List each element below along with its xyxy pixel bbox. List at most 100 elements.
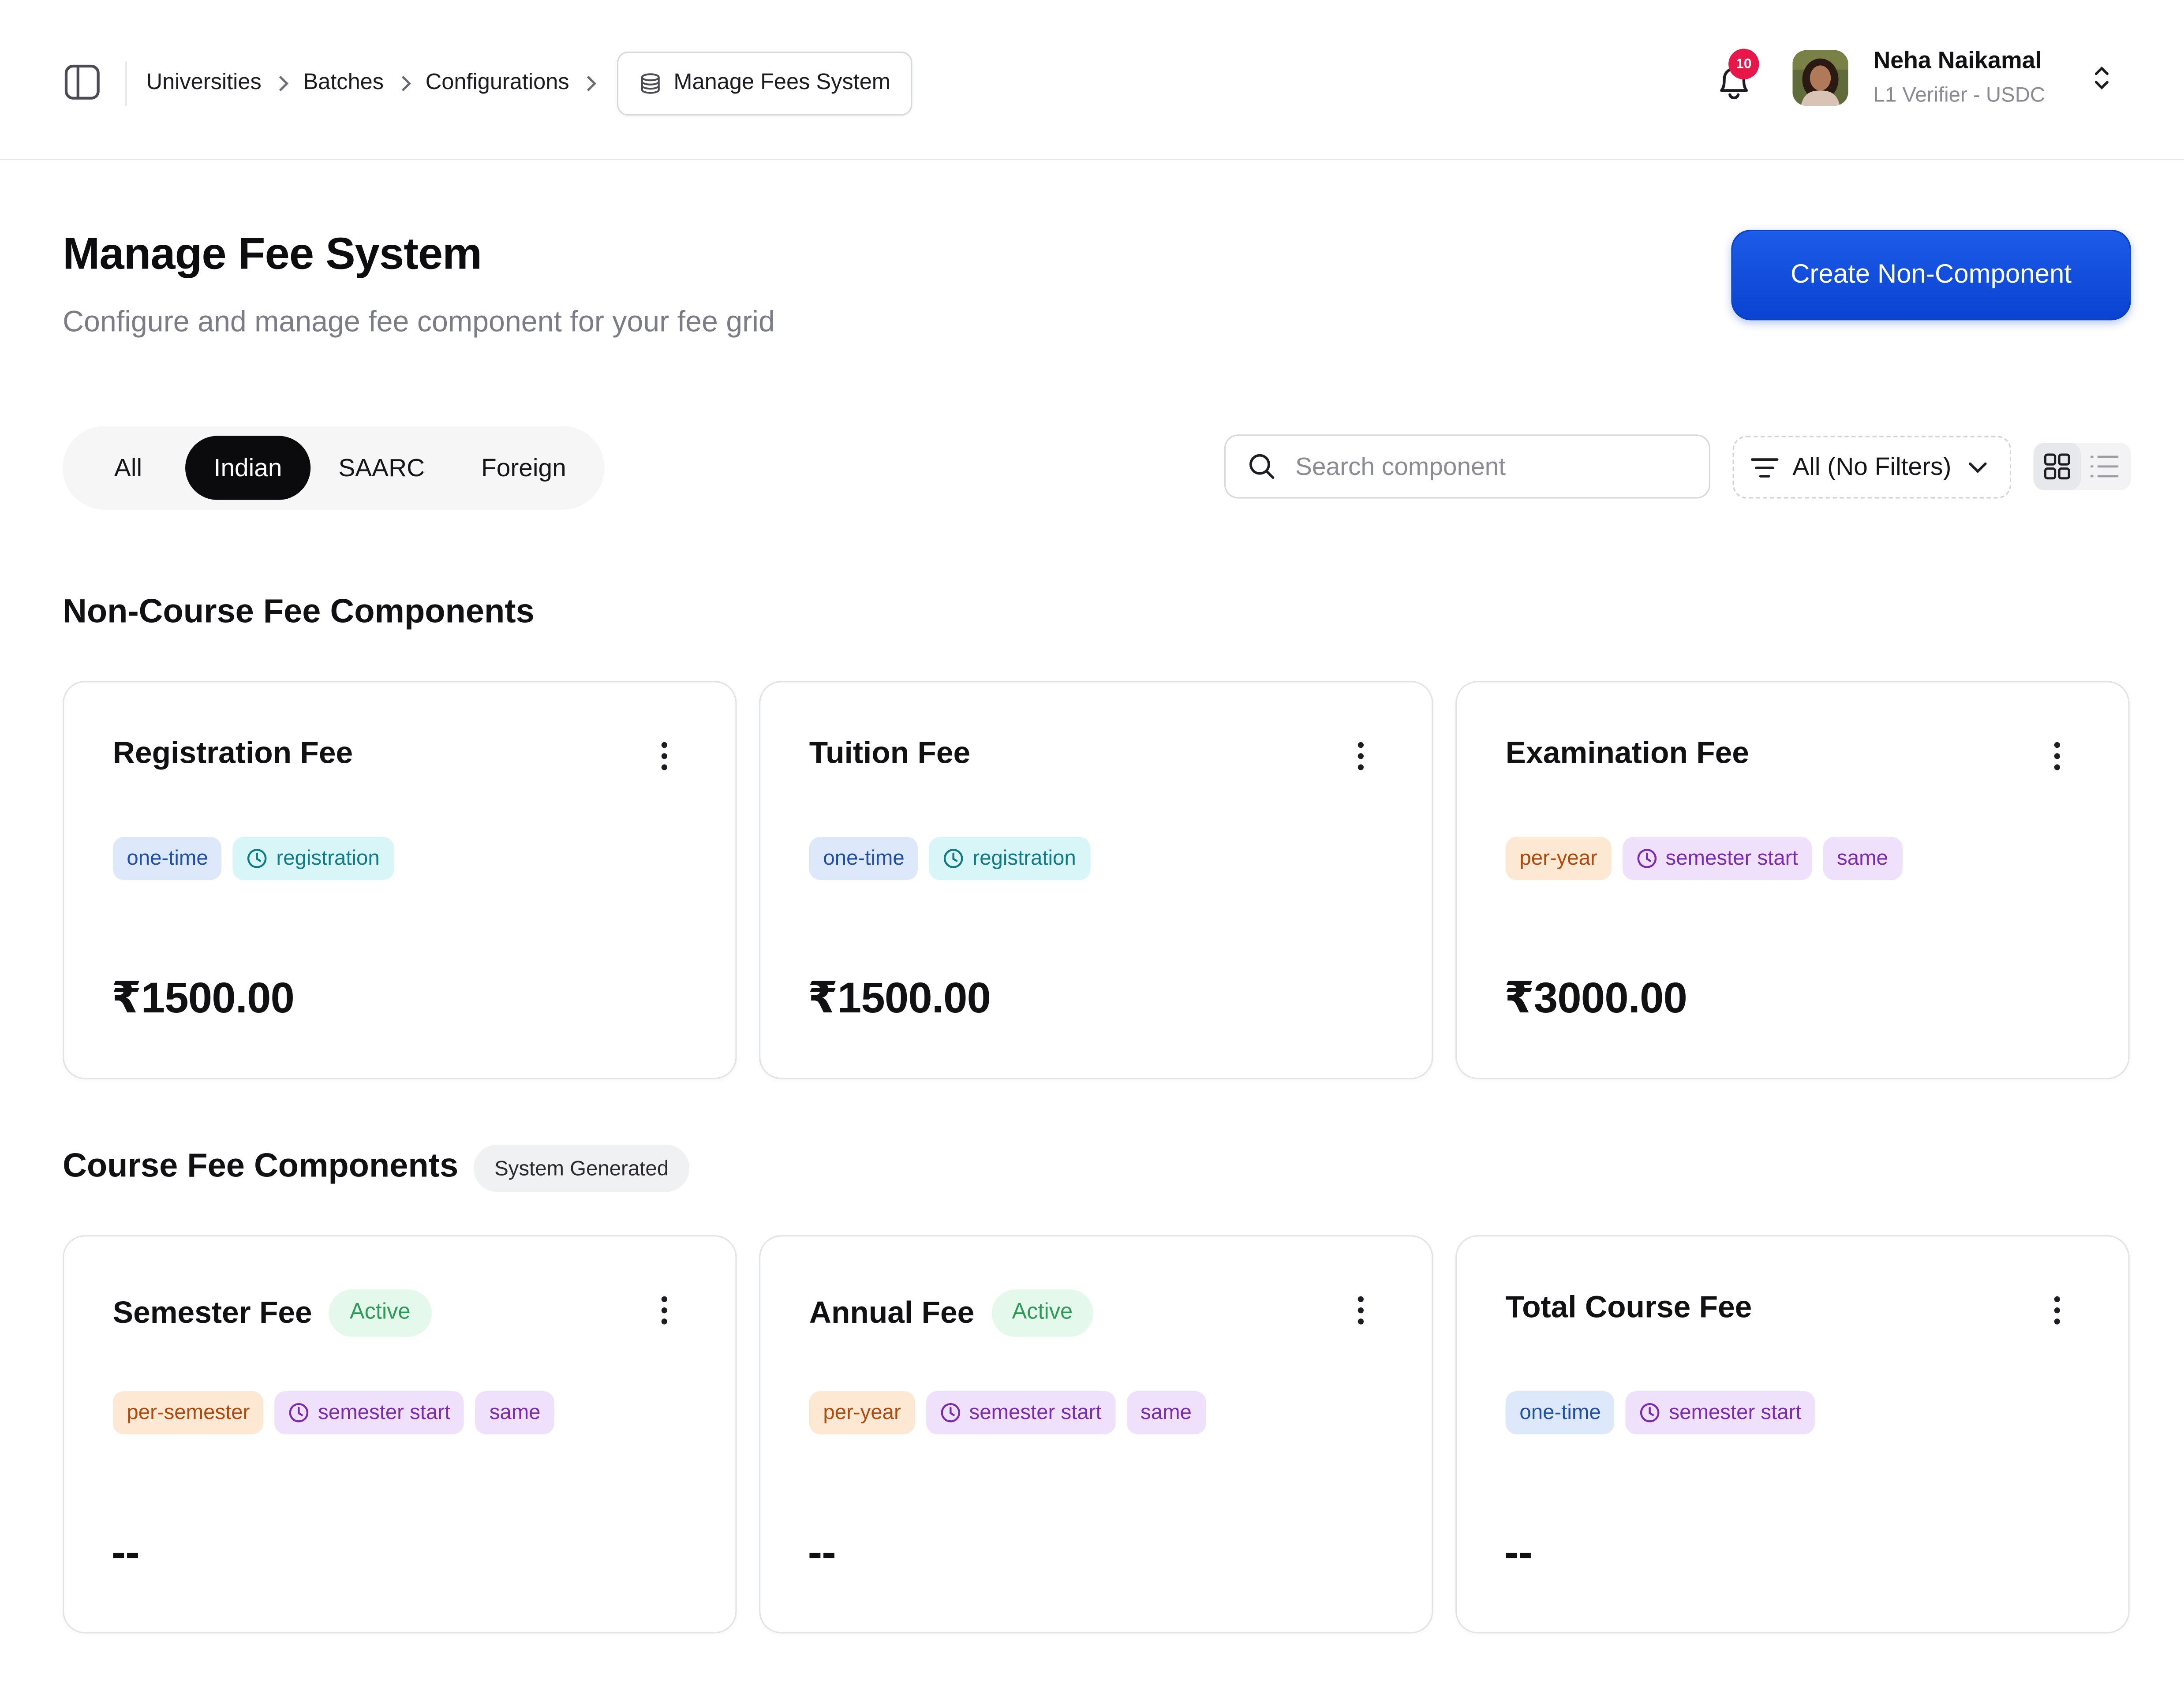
list-view-button[interactable] (2081, 443, 2128, 490)
breadcrumb-current[interactable]: Manage Fees System (616, 51, 913, 116)
fee-card-tags: per-year semester start same (1505, 836, 1902, 880)
user-role: L1 Verifier - USDC (1873, 83, 2046, 108)
breadcrumb-universities[interactable]: Universities (146, 71, 262, 96)
system-generated-badge: System Generated (473, 1144, 690, 1192)
fee-tag: one-time (112, 836, 222, 880)
create-non-component-button[interactable]: Create Non-Component (1731, 230, 2131, 321)
fee-card-tags: one-time registration (112, 836, 394, 880)
fee-tag-label: same (489, 1400, 541, 1425)
chevron-up-down-icon[interactable] (2089, 61, 2114, 95)
fee-card-title: Examination Fee (1505, 735, 1749, 770)
fee-amount: ₹1500.00 (808, 973, 991, 1022)
fee-tag-label: one-time (823, 847, 905, 870)
search-input[interactable] (1292, 450, 1674, 483)
fee-card[interactable]: Semester Fee Active per-semester semester s… (63, 1235, 737, 1634)
fee-tag-label: semester start (1669, 1400, 1802, 1425)
filter-label: All (No Filters) (1792, 452, 1952, 481)
breadcrumb-batches[interactable]: Batches (303, 71, 384, 96)
breadcrumb-configurations[interactable]: Configurations (426, 71, 569, 96)
fee-tag: per-semester (112, 1391, 264, 1434)
fee-tag: same (1823, 836, 1902, 880)
fee-amount: -- (808, 1527, 836, 1576)
tab-foreign[interactable]: Foreign (453, 436, 595, 500)
fee-tag: registration (929, 836, 1090, 880)
chevron-right-icon (262, 72, 303, 95)
grid-icon (2044, 453, 2070, 480)
fee-tag-label: same (1141, 1400, 1192, 1425)
more-vertical-icon[interactable] (2052, 741, 2063, 771)
fee-card[interactable]: Tuition Fee one-time registration ₹1500.00 (759, 681, 1433, 1079)
fee-tag: semester start (275, 1391, 464, 1434)
fee-tag: semester start (1626, 1391, 1816, 1434)
clock-icon (944, 849, 964, 868)
course-section-title: Course Fee Components (63, 1147, 459, 1185)
tab-all[interactable]: All (71, 436, 185, 500)
fee-card-tags: one-time semester start (1505, 1391, 1816, 1434)
tab-saarc[interactable]: SAARC (310, 436, 453, 500)
fee-tag: one-time (1505, 1391, 1615, 1434)
breadcrumb: Universities Batches Configurations Mana… (146, 51, 913, 116)
status-badge: Active (991, 1289, 1094, 1337)
more-vertical-icon[interactable] (659, 741, 670, 771)
view-toggle (2033, 443, 2131, 490)
fee-card-title: Semester Fee (112, 1295, 312, 1330)
clock-icon (289, 1403, 309, 1422)
fee-amount: -- (1504, 1527, 1533, 1576)
fee-card-tags: per-semester semester start same (112, 1391, 555, 1434)
fee-tag: one-time (809, 836, 919, 880)
fee-tag-label: per-semester (127, 1400, 250, 1425)
search-box (1224, 434, 1711, 499)
fee-card[interactable]: Examination Fee per-year semester start sam… (1455, 681, 2130, 1079)
fee-tag-label: semester start (969, 1400, 1102, 1425)
fee-card[interactable]: Total Course Fee one-time semester start -- (1455, 1235, 2130, 1634)
fee-card[interactable]: Registration Fee one-time registration ₹150… (63, 681, 737, 1079)
fee-card-title-row: Tuition Fee (809, 735, 970, 771)
fee-card-title: Annual Fee (809, 1295, 975, 1330)
clock-icon (1637, 849, 1657, 868)
fee-amount: ₹1500.00 (111, 973, 295, 1022)
fee-card-title-row: Total Course Fee (1506, 1289, 1752, 1325)
fee-tag-label: registration (276, 847, 380, 870)
breadcrumb-current-label: Manage Fees System (673, 71, 890, 95)
non-course-section-title: Non-Course Fee Components (63, 593, 535, 631)
fee-amount: ₹3000.00 (1504, 973, 1687, 1022)
fee-tag-label: per-year (823, 1400, 901, 1425)
chevron-down-icon (1969, 462, 1987, 473)
more-vertical-icon[interactable] (2052, 1295, 2063, 1325)
fee-card-title: Tuition Fee (809, 735, 971, 770)
fee-tag-label: registration (972, 847, 1076, 870)
more-vertical-icon[interactable] (659, 1295, 670, 1325)
fee-tag: semester start (1622, 836, 1812, 880)
fee-card-title-row: Annual Fee Active (809, 1289, 1094, 1337)
fee-tag: same (475, 1391, 555, 1434)
database-icon (640, 73, 659, 94)
fee-tag-label: same (1837, 847, 1888, 870)
clock-icon (1640, 1403, 1660, 1422)
avatar[interactable] (1792, 50, 1848, 106)
fee-tag-label: per-year (1519, 847, 1597, 870)
chevron-right-icon (569, 72, 611, 95)
sidebar-toggle-icon[interactable] (64, 64, 100, 100)
more-vertical-icon[interactable] (1355, 741, 1366, 771)
grid-view-button[interactable] (2033, 443, 2081, 490)
fee-card-tags: per-year semester start same (809, 1391, 1206, 1434)
fee-card-title-row: Examination Fee (1506, 735, 1749, 771)
more-vertical-icon[interactable] (1355, 1295, 1366, 1325)
fee-tag-label: one-time (127, 847, 208, 870)
filter-lines-icon (1750, 457, 1779, 477)
tab-indian[interactable]: Indian (185, 436, 311, 500)
list-icon (2091, 455, 2119, 478)
fee-card-title-row: Registration Fee (113, 735, 353, 771)
search-icon (1249, 454, 1275, 479)
fee-tag: same (1126, 1391, 1206, 1434)
fee-tag: registration (233, 836, 394, 880)
header-divider (125, 61, 127, 106)
filter-dropdown[interactable]: All (No Filters) (1732, 436, 2012, 499)
fee-card-title-row: Semester Fee Active (113, 1289, 431, 1337)
page-subtitle: Configure and manage fee component for y… (63, 306, 775, 339)
fee-tag: per-year (809, 1391, 915, 1434)
fee-tag: semester start (926, 1391, 1116, 1434)
fee-tag: per-year (1505, 836, 1612, 880)
page-title: Manage Fee System (63, 228, 482, 279)
fee-card[interactable]: Annual Fee Active per-year semester start sa… (759, 1235, 1433, 1634)
